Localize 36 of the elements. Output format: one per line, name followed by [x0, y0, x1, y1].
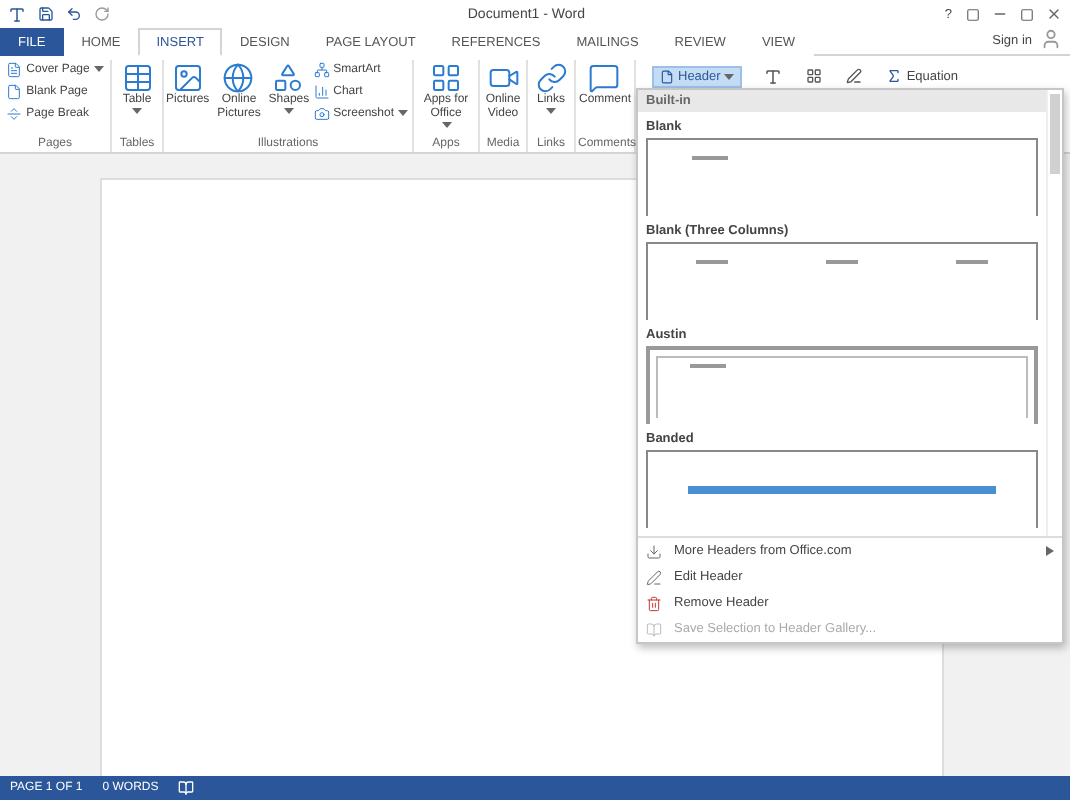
globe-icon [222, 62, 255, 94]
proofing-icon[interactable] [178, 780, 195, 796]
apps-icon [430, 62, 462, 94]
header-preview[interactable] [646, 450, 1038, 528]
smartart-icon [313, 62, 330, 78]
avatar-icon[interactable] [1040, 28, 1062, 50]
download-icon [646, 543, 662, 559]
chart-icon [313, 84, 330, 100]
quick-parts-button[interactable] [804, 66, 825, 86]
shapes-icon [272, 62, 305, 94]
table-icon [121, 62, 153, 94]
restore-icon[interactable] [1020, 7, 1034, 21]
header-preview[interactable] [646, 242, 1038, 320]
word-logo-icon [8, 5, 26, 23]
comment-icon [588, 62, 621, 94]
book-icon [646, 621, 662, 637]
link-icon [535, 62, 567, 94]
signature-button[interactable] [844, 66, 865, 86]
trash-icon [646, 595, 662, 611]
save-icon[interactable] [38, 6, 54, 22]
close-icon[interactable] [1046, 6, 1062, 22]
undo-icon[interactable] [66, 6, 82, 22]
header-preview[interactable] [646, 138, 1038, 216]
redo-icon[interactable] [94, 6, 110, 22]
scrollbar[interactable] [1046, 90, 1062, 536]
pencil-icon [646, 569, 662, 585]
camera-icon [313, 106, 330, 122]
page-icon [660, 70, 674, 84]
header-preview[interactable] [646, 346, 1038, 424]
sigma-icon [886, 68, 903, 84]
cover-page-icon [6, 62, 23, 78]
picture-icon [171, 62, 204, 94]
caret-icon [724, 73, 735, 81]
text-box-button[interactable] [762, 66, 785, 88]
page-icon [6, 84, 23, 100]
page-break-icon [6, 106, 23, 122]
